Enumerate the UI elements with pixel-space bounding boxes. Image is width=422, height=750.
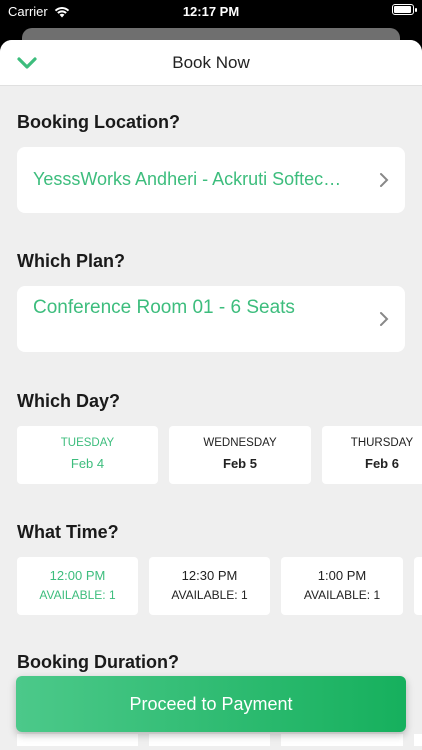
time-option[interactable]: 1:00 PM AVAILABLE: 1 bbox=[281, 557, 403, 615]
time-option[interactable]: 12:30 PM AVAILABLE: 1 bbox=[149, 557, 270, 615]
time-availability: AVAILABLE: 1 bbox=[39, 588, 116, 602]
day-date: Feb 5 bbox=[223, 456, 257, 471]
duration-section-title: Booking Duration? bbox=[17, 652, 179, 672]
plan-section-title: Which Plan? bbox=[17, 251, 125, 271]
proceed-to-payment-button[interactable]: Proceed to Payment bbox=[16, 676, 406, 732]
location-selector[interactable]: YesssWorks Andheri - Ackruti Softec… bbox=[17, 147, 405, 213]
time-value: 12:00 PM bbox=[49, 568, 106, 583]
booking-sheet: Book Now Booking Location? YesssWorks An… bbox=[0, 40, 422, 750]
duration-option[interactable] bbox=[17, 734, 138, 746]
time-availability: AVAILABLE: 1 bbox=[171, 588, 248, 602]
day-weekday: THURSDAY bbox=[350, 437, 414, 449]
time-option[interactable] bbox=[414, 557, 422, 615]
duration-option[interactable] bbox=[149, 734, 270, 746]
time-value: 12:30 PM bbox=[181, 568, 238, 583]
status-time: 12:17 PM bbox=[182, 4, 240, 19]
location-section-title: Booking Location? bbox=[17, 112, 180, 132]
chevron-right-icon bbox=[380, 312, 389, 326]
day-weekday: TUESDAY bbox=[60, 437, 115, 449]
plan-value: Conference Room 01 - 6 Seats bbox=[33, 297, 295, 318]
time-availability: AVAILABLE: 1 bbox=[303, 588, 381, 602]
sheet-header: Book Now bbox=[0, 40, 422, 86]
time-value: 1:00 PM bbox=[317, 568, 367, 583]
day-section-title: Which Day? bbox=[17, 391, 121, 411]
time-option[interactable]: 12:00 PM AVAILABLE: 1 bbox=[17, 557, 138, 615]
plan-selector[interactable]: Conference Room 01 - 6 Seats bbox=[17, 286, 405, 352]
duration-option[interactable] bbox=[281, 734, 403, 746]
day-date: Feb 4 bbox=[70, 456, 105, 471]
day-option[interactable]: THURSDAY Feb 6 bbox=[322, 426, 422, 484]
status-bar: Carrier 12:17 PM bbox=[0, 0, 422, 24]
chevron-right-icon bbox=[380, 173, 389, 187]
day-weekday: WEDNESDAY bbox=[203, 437, 277, 449]
time-section-title: What Time? bbox=[17, 522, 119, 542]
page-title: Book Now bbox=[172, 53, 250, 72]
duration-option[interactable] bbox=[414, 734, 422, 746]
location-value: YesssWorks Andheri - Ackruti Softec… bbox=[33, 169, 342, 189]
battery-icon bbox=[392, 4, 417, 15]
duration-options bbox=[0, 734, 422, 750]
day-option[interactable]: TUESDAY Feb 4 bbox=[17, 426, 158, 484]
day-date: Feb 6 bbox=[365, 456, 399, 471]
day-option[interactable]: WEDNESDAY Feb 5 bbox=[169, 426, 311, 484]
